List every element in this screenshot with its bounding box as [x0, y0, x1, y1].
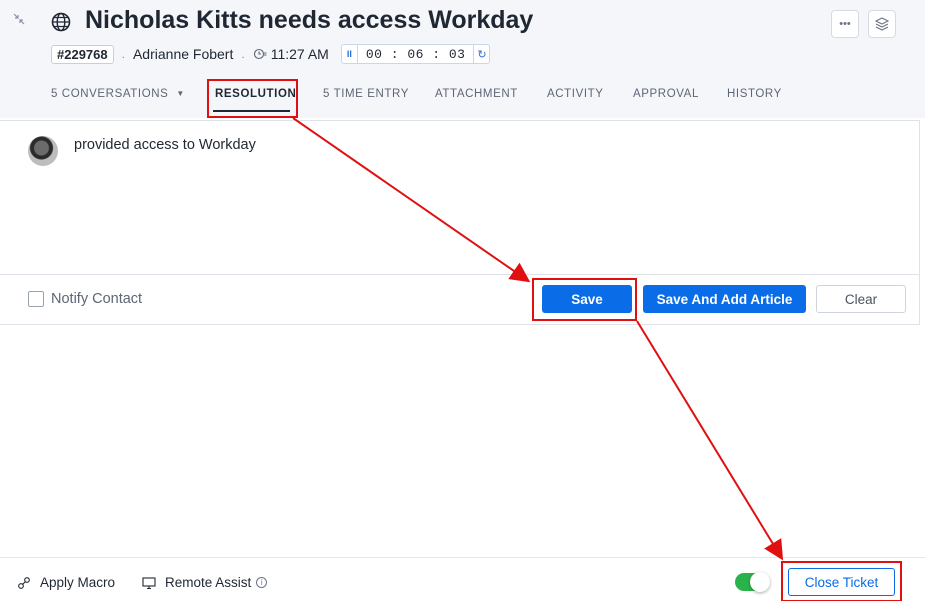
- arrow-to-close-ticket: [636, 320, 784, 561]
- requester-name[interactable]: Adrianne Fobert: [133, 46, 233, 62]
- ticket-meta: #229768 . Adrianne Fobert . 11:27 AM II …: [51, 44, 491, 64]
- pause-icon[interactable]: II: [342, 45, 358, 63]
- ticket-detail-view: Nicholas Kitts needs access Workday ••• …: [0, 0, 925, 601]
- globe-icon: [51, 12, 71, 32]
- tab-activity[interactable]: ACTIVITY: [547, 88, 604, 100]
- checkbox[interactable]: [28, 291, 44, 307]
- refresh-icon[interactable]: ↻: [473, 45, 489, 63]
- ticket-id[interactable]: #229768: [51, 44, 114, 64]
- layers-button[interactable]: [868, 10, 896, 38]
- info-icon[interactable]: i: [256, 577, 268, 588]
- tab-approval[interactable]: APPROVAL: [633, 88, 699, 100]
- tab-attachment[interactable]: ATTACHMENT: [435, 88, 518, 100]
- ticket-time: 11:27 AM: [270, 46, 329, 62]
- remote-assist-label: Remote Assist: [165, 575, 252, 590]
- notify-contact-label: Notify Contact: [51, 291, 143, 307]
- toggle-switch[interactable]: [735, 572, 770, 592]
- tab-history[interactable]: HISTORY: [727, 88, 782, 100]
- timer: II 00 : 06 : 03 ↻: [340, 44, 491, 64]
- ticket-header: Nicholas Kitts needs access Workday ••• …: [0, 0, 925, 118]
- avatar: [28, 136, 58, 166]
- more-options-button[interactable]: •••: [831, 10, 859, 38]
- highlight-close-ticket: [781, 561, 902, 601]
- divider: [0, 274, 920, 275]
- monitor-icon: [142, 576, 156, 589]
- resolution-text[interactable]: provided access to Workday: [74, 137, 256, 153]
- ticket-title: Nicholas Kitts needs access Workday: [85, 6, 534, 34]
- save-and-add-article-button[interactable]: Save And Add Article: [643, 285, 806, 313]
- macro-icon: [18, 576, 30, 589]
- apply-macro-button[interactable]: Apply Macro: [17, 575, 115, 590]
- tab-conversations[interactable]: 5 CONVERSATIONS ▼: [51, 88, 185, 100]
- apply-macro-label: Apply Macro: [40, 575, 116, 590]
- more-icon: •••: [839, 18, 851, 30]
- highlight-save-button: [532, 278, 637, 321]
- clear-button[interactable]: Clear: [816, 285, 906, 313]
- layers-icon: [875, 17, 889, 31]
- highlight-resolution-tab: [207, 79, 298, 118]
- toggle-knob: [750, 572, 770, 592]
- remote-assist-button[interactable]: Remote Assist i: [142, 575, 268, 590]
- caret-down-icon: ▼: [176, 89, 185, 99]
- timer-value: 00 : 06 : 03: [365, 46, 466, 62]
- clock-icon: [253, 48, 267, 60]
- notify-contact-checkbox[interactable]: Notify Contact: [28, 291, 142, 307]
- ticket-tabs: 5 CONVERSATIONS ▼ RESOLUTION 5 TIME ENTRY…: [0, 88, 925, 104]
- collapse-icon[interactable]: [12, 12, 26, 26]
- tab-time-entry[interactable]: 5 TIME ENTRY: [323, 88, 409, 100]
